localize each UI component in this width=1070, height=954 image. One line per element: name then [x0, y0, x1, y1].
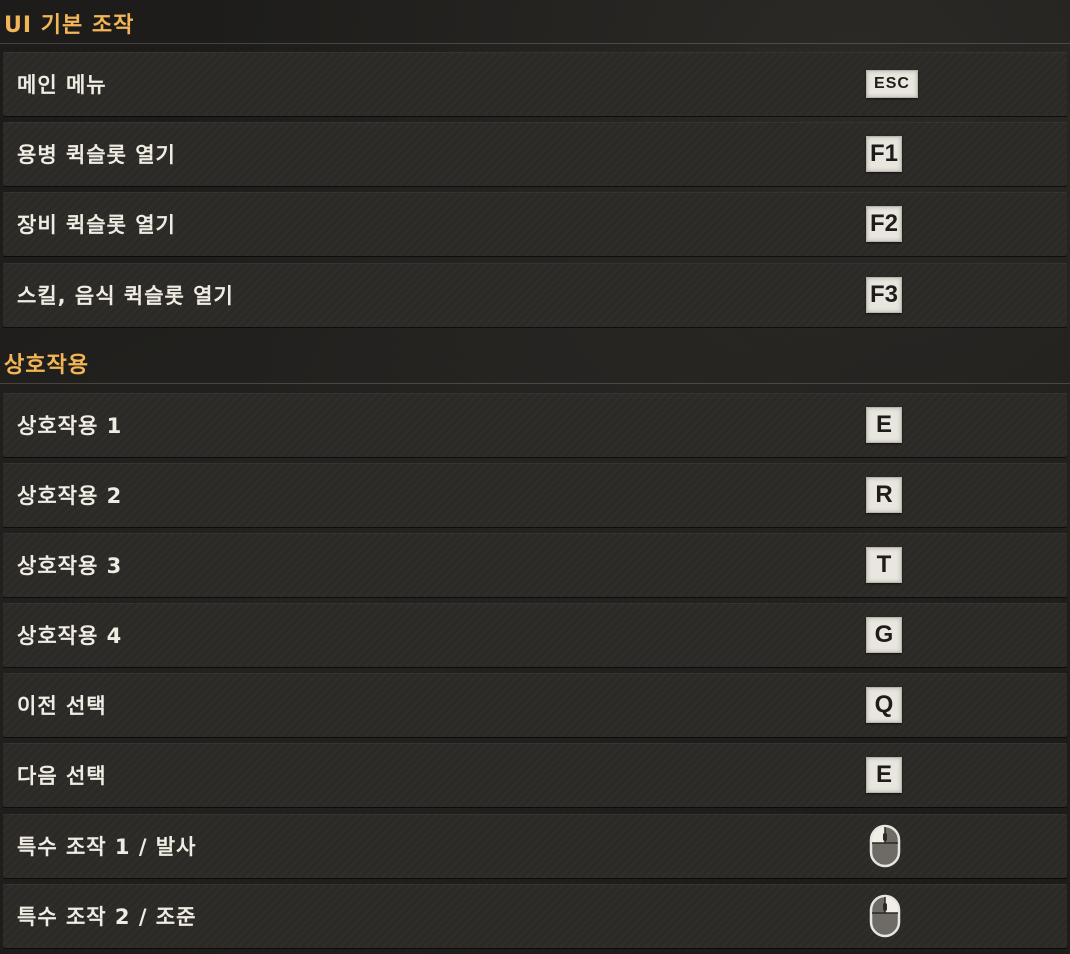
keybind-row-interaction-3[interactable]: 상호작용 3 T — [3, 533, 1067, 597]
g-key-icon[interactable]: G — [866, 617, 902, 653]
keybind-row-previous-select[interactable]: 이전 선택 Q — [3, 673, 1067, 737]
keybind-label: 메인 메뉴 — [17, 73, 107, 97]
keybind-label: 특수 조작 1 / 발사 — [17, 835, 197, 859]
keybind-row-interaction-1[interactable]: 상호작용 1 E — [3, 393, 1067, 457]
f3-key-icon[interactable]: F3 — [866, 277, 902, 313]
esc-key-icon[interactable]: ESC — [866, 70, 918, 98]
e-key-icon[interactable]: E — [866, 407, 902, 443]
mouse-left-button-icon[interactable] — [869, 824, 901, 868]
keybind-label: 상호작용 4 — [17, 624, 123, 648]
keybind-row-next-select[interactable]: 다음 선택 E — [3, 743, 1067, 807]
section-title: UI 기본 조작 — [4, 13, 135, 38]
keybinding-list: UI 기본 조작 메인 메뉴 ESC 용병 퀵슬롯 열기 F1 장비 퀵슬롯 열… — [0, 0, 1070, 954]
keybind-label: 상호작용 3 — [17, 554, 123, 578]
keybind-label: 다음 선택 — [17, 764, 107, 788]
keybind-row-interaction-2[interactable]: 상호작용 2 R — [3, 463, 1067, 527]
q-key-icon[interactable]: Q — [866, 687, 902, 723]
keybind-row-special-1-fire[interactable]: 특수 조작 1 / 발사 — [3, 814, 1067, 878]
keybind-label: 스킬, 음식 퀵슬롯 열기 — [17, 284, 234, 308]
f1-key-icon[interactable]: F1 — [866, 136, 902, 172]
keybind-label: 상호작용 1 — [17, 414, 123, 438]
e-key-icon[interactable]: E — [866, 757, 902, 793]
keybind-label: 장비 퀵슬롯 열기 — [17, 213, 176, 237]
keybind-row-equipment-quickslot[interactable]: 장비 퀵슬롯 열기 F2 — [3, 192, 1067, 256]
keybind-row-special-2-aim[interactable]: 특수 조작 2 / 조준 — [3, 884, 1067, 948]
mouse-right-button-icon[interactable] — [869, 894, 901, 938]
section-header-interaction: 상호작용 — [0, 340, 1070, 384]
keybind-label: 이전 선택 — [17, 694, 107, 718]
section-header-ui-basic: UI 기본 조작 — [0, 0, 1070, 44]
f2-key-icon[interactable]: F2 — [866, 206, 902, 242]
keybind-row-mercenary-quickslot[interactable]: 용병 퀵슬롯 열기 F1 — [3, 122, 1067, 186]
keybind-row-main-menu[interactable]: 메인 메뉴 ESC — [3, 52, 1067, 116]
keybind-row-skill-food-quickslot[interactable]: 스킬, 음식 퀵슬롯 열기 F3 — [3, 263, 1067, 327]
t-key-icon[interactable]: T — [866, 547, 902, 583]
keybind-label: 특수 조작 2 / 조준 — [17, 905, 197, 929]
section-title: 상호작용 — [4, 353, 89, 378]
r-key-icon[interactable]: R — [866, 477, 902, 513]
keybind-row-interaction-4[interactable]: 상호작용 4 G — [3, 603, 1067, 667]
keybind-label: 상호작용 2 — [17, 484, 123, 508]
keybind-label: 용병 퀵슬롯 열기 — [17, 143, 176, 167]
